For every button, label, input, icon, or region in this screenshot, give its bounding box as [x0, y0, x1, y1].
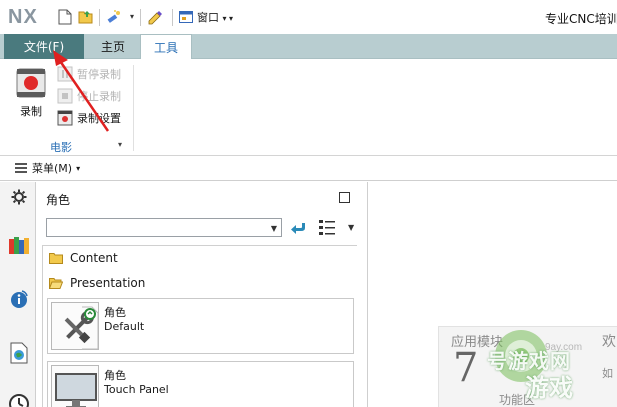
info-icon[interactable]: [8, 288, 30, 310]
pause-icon: [57, 66, 73, 82]
pause-record-label: 暂停录制: [77, 68, 121, 81]
folder-content[interactable]: Content: [49, 249, 118, 267]
chevron-down-icon[interactable]: ▼: [348, 223, 354, 232]
toolbar-separator: [140, 9, 141, 26]
toolbar-separator: [172, 9, 173, 26]
title-bar: NX ▾ 窗口 ▾ ▾ 专业CNC培训: [0, 0, 617, 34]
role-name: 角色: [104, 306, 126, 319]
role-filter-combo[interactable]: ▼: [46, 218, 282, 237]
window-menu-label: 窗口: [197, 11, 219, 24]
panel-title: 角色: [46, 193, 71, 207]
record-settings-label: 录制设置: [77, 112, 121, 125]
open-folder-icon: [49, 278, 63, 289]
role-card-touch-panel[interactable]: 角色 Touch Panel: [47, 361, 354, 407]
new-file-icon[interactable]: [57, 9, 73, 25]
roles-panel: 角色 ▼ ▼ Content Presentation 角色 Default 角…: [37, 182, 368, 407]
back-arrow-icon[interactable]: [290, 219, 308, 237]
role-desc: Touch Panel: [104, 383, 169, 396]
chevron-down-icon[interactable]: ▾: [130, 12, 134, 21]
menu-icon: [15, 163, 27, 173]
welcome-card-right2: 如: [602, 367, 613, 380]
stop-icon: [57, 88, 73, 104]
nx-logo: NX: [8, 6, 38, 28]
folder-icon: [49, 253, 63, 264]
chevron-down-icon: ▾: [76, 163, 81, 173]
record-icon: [16, 68, 46, 98]
tab-file[interactable]: 文件(F): [4, 34, 84, 59]
tab-home[interactable]: 主页: [88, 34, 138, 59]
ribbon-tab-bar: 文件(F) 主页 工具: [0, 34, 617, 60]
tab-tools[interactable]: 工具: [140, 34, 192, 60]
menu-button[interactable]: 菜单(M) ▾: [14, 160, 80, 176]
open-folder-icon[interactable]: [78, 9, 94, 25]
pause-record-button[interactable]: 暂停录制: [57, 65, 121, 83]
books-icon[interactable]: [8, 234, 30, 256]
settings-film-icon: [57, 110, 73, 126]
group-divider: [133, 65, 134, 151]
gear-icon[interactable]: [8, 186, 30, 208]
ribbon-panel: 录制 暂停录制 停止录制 录制设置 电影 ▾: [0, 59, 617, 156]
record-settings-button[interactable]: 录制设置: [57, 109, 121, 127]
group-label-movie: 电影: [50, 141, 72, 154]
tools-icon: [51, 302, 99, 350]
stop-record-label: 停止录制: [77, 90, 121, 103]
role-desc: Default: [104, 320, 145, 333]
maximize-icon[interactable]: [339, 192, 350, 203]
resource-bar: [0, 182, 36, 407]
pencil-icon[interactable]: [147, 9, 163, 25]
chevron-down-icon: ▾ ▾: [222, 14, 234, 23]
window-icon[interactable]: [178, 9, 194, 25]
folder-label: Presentation: [70, 276, 146, 290]
folder-label: Content: [70, 251, 118, 265]
role-name: 角色: [104, 369, 126, 382]
folder-presentation[interactable]: Presentation: [49, 274, 145, 292]
welcome-card-number: 7: [453, 345, 479, 391]
watermark-brand2: 游戏: [525, 374, 573, 402]
record-label: 录制: [20, 105, 42, 118]
web-page-icon[interactable]: [8, 342, 30, 364]
monitor-icon: [51, 365, 99, 407]
window-menu[interactable]: 窗口 ▾ ▾: [197, 9, 233, 25]
welcome-card-right: 欢: [602, 334, 616, 350]
list-view-icon[interactable]: [317, 217, 339, 239]
menu-label: 菜单(M): [32, 162, 73, 175]
stop-record-button[interactable]: 停止录制: [57, 87, 121, 105]
roles-list: Content Presentation 角色 Default 角色 Touch…: [42, 245, 357, 407]
record-button[interactable]: [15, 67, 47, 99]
toolbar-separator: [99, 9, 100, 26]
wand-icon[interactable]: [106, 9, 122, 25]
history-clock-icon[interactable]: [8, 393, 30, 407]
window-title: 专业CNC培训: [545, 12, 617, 26]
role-card-default[interactable]: 角色 Default: [47, 298, 354, 354]
chevron-down-icon: ▼: [270, 224, 277, 233]
menu-bar: 菜单(M) ▾: [0, 156, 617, 181]
chevron-down-icon[interactable]: ▾: [118, 140, 122, 149]
